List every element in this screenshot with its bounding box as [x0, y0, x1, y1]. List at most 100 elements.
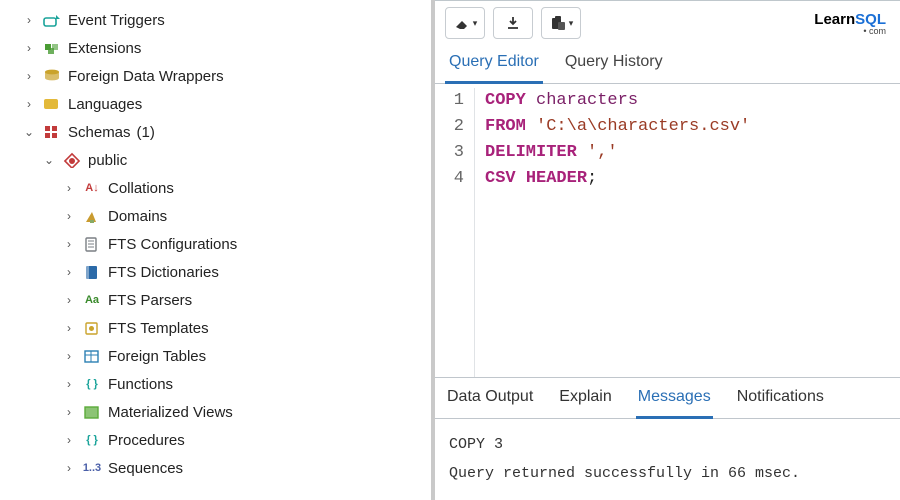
collations-icon: A↓ [82, 178, 102, 198]
line-number: 3 [435, 140, 464, 166]
object-browser-tree[interactable]: ›Event Triggers›Extensions›Foreign Data … [0, 0, 435, 500]
tree-item-fts-parsers[interactable]: › Aa FTS Parsers [4, 286, 427, 314]
functions-icon: { } [82, 374, 102, 394]
tree-item-event-triggers[interactable]: ›Event Triggers [4, 6, 427, 34]
sequences-icon: 1..3 [82, 458, 102, 478]
schemas-icon [42, 122, 62, 142]
expand-chevron-icon[interactable]: › [22, 13, 36, 27]
expand-chevron-icon[interactable]: › [62, 461, 76, 475]
fts-dictionaries-icon [82, 262, 102, 282]
tree-item-materialized-views[interactable]: › Materialized Views [4, 398, 427, 426]
result-tab-explain[interactable]: Explain [557, 378, 613, 418]
expand-chevron-icon[interactable]: › [22, 69, 36, 83]
tree-item-schemas[interactable]: ⌄Schemas (1) [4, 118, 427, 146]
expand-chevron-icon[interactable]: › [62, 321, 76, 335]
tree-item-label: Languages [68, 96, 142, 113]
paste-icon [549, 15, 567, 31]
tree-item-domains[interactable]: › Domains [4, 202, 427, 230]
code-line[interactable]: DELIMITER ',' [485, 140, 750, 166]
chevron-down-icon: ▾ [473, 18, 478, 29]
foreign-data-wrappers-icon [42, 66, 62, 86]
result-tab-notifications[interactable]: Notifications [735, 378, 826, 418]
fts-configurations-icon [82, 234, 102, 254]
tree-item-label: Extensions [68, 40, 141, 57]
tree-item-languages[interactable]: › Languages [4, 90, 427, 118]
tree-item-label: public [88, 152, 127, 169]
expand-chevron-icon[interactable]: › [62, 433, 76, 447]
expand-chevron-icon[interactable]: › [62, 349, 76, 363]
tree-item-foreign-tables[interactable]: › Foreign Tables [4, 342, 427, 370]
tree-item-functions[interactable]: › { } Functions [4, 370, 427, 398]
tree-item-fts-dictionaries[interactable]: ›FTS Dictionaries [4, 258, 427, 286]
messages-line: Query returned successfully in 66 msec. [449, 460, 886, 489]
tree-item-label: Foreign Tables [108, 348, 206, 365]
expand-chevron-icon[interactable]: › [62, 209, 76, 223]
tree-item-label: FTS Templates [108, 320, 209, 337]
code-token: DELIMITER [485, 143, 577, 162]
eraser-button[interactable]: ▾ [445, 7, 485, 39]
code-token: CSV [485, 169, 516, 188]
expand-chevron-icon[interactable]: › [62, 181, 76, 195]
tab-query-history[interactable]: Query History [561, 45, 667, 83]
code-token: 'C:\a\characters.csv' [536, 117, 750, 136]
result-tabs: Data Output Explain Messages Notifications [435, 377, 900, 419]
tree-item-procedures[interactable]: ›{ }Procedures [4, 426, 427, 454]
tree-item-public[interactable]: ⌄ public [4, 146, 427, 174]
code-line[interactable]: CSV HEADER; [485, 166, 750, 192]
code-token: characters [536, 91, 638, 110]
procedures-icon: { } [82, 430, 102, 450]
code-token: FROM [485, 117, 526, 136]
result-tab-data-output[interactable]: Data Output [445, 378, 535, 418]
paste-button[interactable]: ▾ [541, 7, 581, 39]
download-button[interactable] [493, 7, 533, 39]
expand-chevron-icon[interactable]: ⌄ [42, 153, 56, 167]
expand-chevron-icon[interactable]: › [62, 405, 76, 419]
eraser-icon [453, 15, 471, 31]
code-line[interactable]: COPY characters [485, 88, 750, 114]
tree-item-label: Functions [108, 376, 173, 393]
chevron-down-icon: ▾ [569, 18, 574, 29]
tree-item-extensions[interactable]: › Extensions [4, 34, 427, 62]
sql-editor[interactable]: 1234 COPY charactersFROM 'C:\a\character… [435, 84, 900, 377]
code-token: ; [587, 169, 597, 188]
tree-item-collations[interactable]: ›A↓Collations [4, 174, 427, 202]
query-tabs: Query Editor Query History [435, 45, 900, 84]
learnsql-logo: LearnSQL • com [814, 11, 886, 36]
expand-chevron-icon[interactable]: › [22, 97, 36, 111]
extensions-icon [42, 38, 62, 58]
expand-chevron-icon[interactable]: › [62, 377, 76, 391]
tree-item-sequences[interactable]: › 1..3 Sequences [4, 454, 427, 482]
tree-item-fts-templates[interactable]: › FTS Templates [4, 314, 427, 342]
expand-chevron-icon[interactable]: › [62, 293, 76, 307]
domains-icon [82, 206, 102, 226]
tree-item-label: Materialized Views [108, 404, 233, 421]
line-number-gutter: 1234 [435, 88, 475, 377]
tree-item-label: FTS Configurations [108, 236, 237, 253]
languages-icon [42, 94, 62, 114]
expand-chevron-icon[interactable]: ⌄ [22, 125, 36, 139]
event-triggers-icon [42, 10, 62, 30]
messages-line: COPY 3 [449, 431, 886, 460]
fts-templates-icon [82, 318, 102, 338]
fts-parsers-icon: Aa [82, 290, 102, 310]
download-icon [505, 15, 521, 31]
expand-chevron-icon[interactable]: › [62, 237, 76, 251]
tree-item-label: Domains [108, 208, 167, 225]
result-tab-messages[interactable]: Messages [636, 378, 713, 419]
logo-text-a: Learn [814, 11, 855, 28]
line-number: 4 [435, 166, 464, 192]
tree-item-label: FTS Parsers [108, 292, 192, 309]
code-line[interactable]: FROM 'C:\a\characters.csv' [485, 114, 750, 140]
expand-chevron-icon[interactable]: › [62, 265, 76, 279]
line-number: 1 [435, 88, 464, 114]
foreign-tables-icon [82, 346, 102, 366]
code-token: ',' [587, 143, 618, 162]
expand-chevron-icon[interactable]: › [22, 41, 36, 55]
code-area[interactable]: COPY charactersFROM 'C:\a\characters.csv… [475, 88, 750, 377]
tree-item-foreign-data-wrappers[interactable]: › Foreign Data Wrappers [4, 62, 427, 90]
tab-query-editor[interactable]: Query Editor [445, 45, 543, 84]
tree-item-fts-configurations[interactable]: › FTS Configurations [4, 230, 427, 258]
messages-output: COPY 3 Query returned successfully in 66… [435, 419, 900, 500]
tree-item-label: Foreign Data Wrappers [68, 68, 224, 85]
tree-item-label: Sequences [108, 460, 183, 477]
